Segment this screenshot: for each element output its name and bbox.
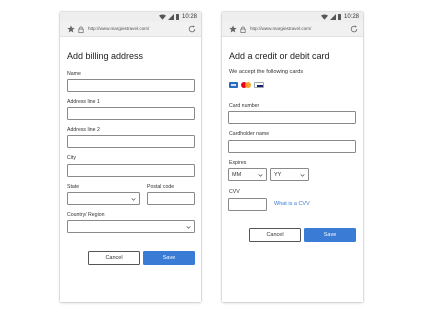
accepted-cards-text: We accept the following cards xyxy=(229,69,304,75)
chevron-down-icon xyxy=(258,173,263,177)
state-label: State xyxy=(67,184,80,190)
refresh-icon[interactable] xyxy=(188,25,196,33)
postal-code-field[interactable] xyxy=(147,192,195,205)
visa-icon xyxy=(254,82,264,88)
browser-address-bar: http://www.margiestravel.com/ xyxy=(222,22,363,37)
wifi-icon xyxy=(158,14,166,20)
status-bar: 10:28 xyxy=(222,12,363,22)
postal-code-label: Postal code xyxy=(147,184,175,190)
address-line-1-label: Address line 1 xyxy=(67,99,100,105)
url-text[interactable]: http://www.margiestravel.com/ xyxy=(88,26,149,31)
city-field[interactable] xyxy=(67,164,195,177)
address-line-1-field[interactable] xyxy=(67,107,195,120)
clock: 10:28 xyxy=(181,14,197,20)
amex-icon xyxy=(229,82,238,88)
signal-icon xyxy=(167,14,174,20)
battery-icon xyxy=(175,14,179,20)
expiry-year-value: YY xyxy=(274,172,282,178)
address-line-2-label: Address line 2 xyxy=(67,127,100,133)
city-label: City xyxy=(67,155,76,161)
browser-address-bar: http://www.margiestravel.com/ xyxy=(60,22,201,37)
card-number-label: Card number xyxy=(229,103,260,109)
chevron-down-icon xyxy=(300,173,305,177)
country-select[interactable] xyxy=(67,220,195,233)
card-screen: 10:28 http://www.margiestravel.com/ Add … xyxy=(222,12,363,302)
url-text[interactable]: http://www.margiestravel.com/ xyxy=(250,26,311,31)
chevron-down-icon xyxy=(131,197,136,201)
cardholder-name-label: Cardholder name xyxy=(229,131,270,137)
refresh-icon[interactable] xyxy=(350,25,358,33)
name-label: Name xyxy=(67,71,81,77)
page-title: Add a credit or debit card xyxy=(229,51,330,61)
address-line-2-field[interactable] xyxy=(67,135,195,148)
state-select[interactable] xyxy=(67,192,140,205)
signal-icon xyxy=(329,14,336,20)
chevron-down-icon xyxy=(186,225,191,229)
battery-icon xyxy=(337,14,341,20)
expiry-month-value: MM xyxy=(232,172,242,178)
expiry-month-select[interactable]: MM xyxy=(228,168,267,181)
page-title: Add billing address xyxy=(67,51,144,61)
expiry-year-select[interactable]: YY xyxy=(270,168,309,181)
billing-screen: 10:28 http://www.margiestravel.com/ Add … xyxy=(60,12,201,302)
what-is-cvv-link[interactable]: What is a CVV xyxy=(274,201,310,207)
cvv-field[interactable] xyxy=(228,198,267,211)
save-button[interactable]: Save xyxy=(143,251,195,265)
cvv-label: CVV xyxy=(229,189,240,195)
cardholder-name-field[interactable] xyxy=(228,140,356,153)
star-icon[interactable] xyxy=(67,25,75,33)
wifi-icon xyxy=(320,14,328,20)
country-label: Country/ Region xyxy=(67,212,105,218)
name-field[interactable] xyxy=(67,79,195,92)
card-number-field[interactable] xyxy=(228,111,356,124)
cancel-button[interactable]: Cancel xyxy=(249,228,301,242)
save-button[interactable]: Save xyxy=(304,228,356,242)
status-bar: 10:28 xyxy=(60,12,201,22)
lock-icon xyxy=(240,26,246,33)
lock-icon xyxy=(78,26,84,33)
clock: 10:28 xyxy=(343,14,359,20)
accepted-cards xyxy=(229,82,264,88)
mastercard-icon xyxy=(240,82,252,88)
expires-label: Expires xyxy=(229,160,247,166)
star-icon[interactable] xyxy=(229,25,237,33)
cancel-button[interactable]: Cancel xyxy=(88,251,140,265)
